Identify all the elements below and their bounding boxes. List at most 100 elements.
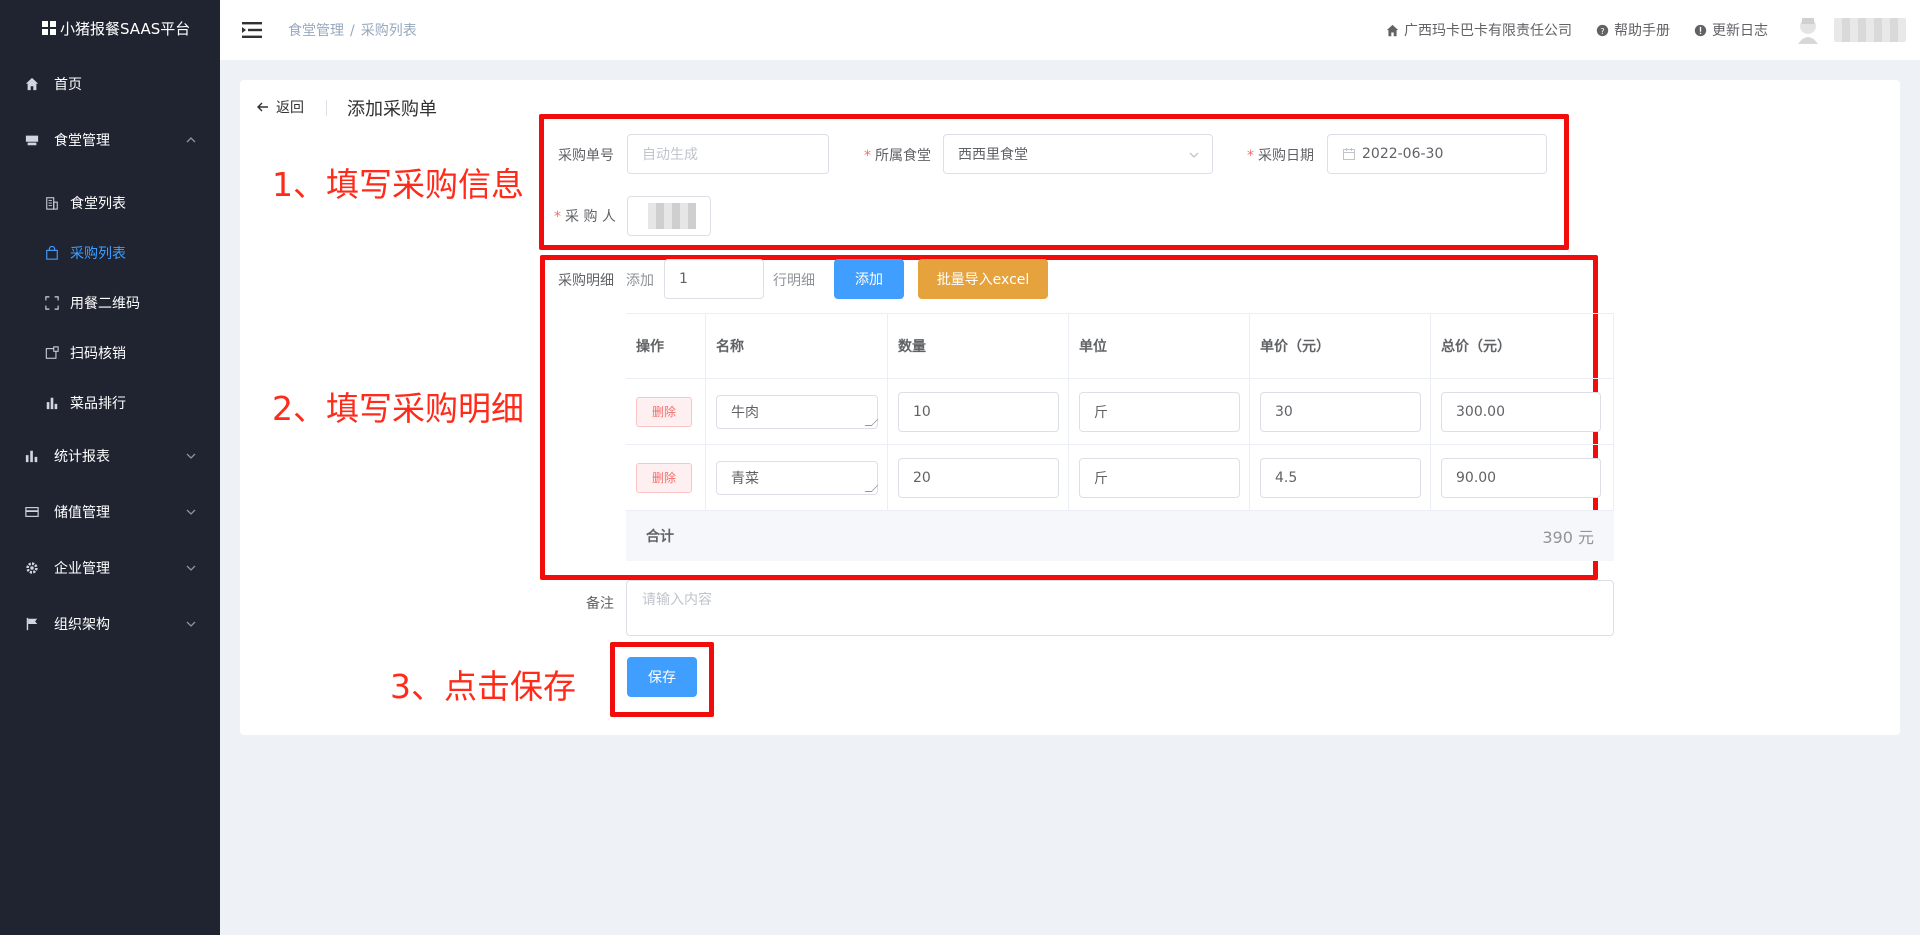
canteen-icon [24, 132, 40, 148]
home-icon [1386, 24, 1399, 36]
header-divider [326, 100, 327, 116]
company-name: 广西玛卡巴卡有限责任公司 [1404, 23, 1572, 39]
breadcrumb: 食堂管理 / 采购列表 [288, 20, 417, 40]
sidebar-item-label: 食堂管理 [54, 133, 110, 149]
sidebar-item-canteen-list[interactable]: 食堂列表 [0, 178, 220, 228]
sidebar-item-enterprise[interactable]: 企业管理 [0, 540, 220, 596]
qty-cell: 20 [888, 445, 1069, 510]
action-cell: 删除 [626, 379, 706, 444]
back-button[interactable]: 返回 [256, 97, 304, 117]
item-price-input[interactable]: 4.5 [1260, 457, 1421, 498]
canteen-label: * 所属食堂 [864, 148, 931, 164]
sidebar: 小猪报餐SAAS平台 首页 食堂管理 食堂列表 采购列表 用餐二维码 扫码核销 … [0, 0, 220, 935]
required-mark: * [864, 148, 871, 164]
table-summary-row: 合计 390 元 [626, 511, 1614, 561]
table-header-row: 操作 名称 数量 单位 单价（元） 总价（元） [626, 314, 1614, 379]
breadcrumb-item[interactable]: 食堂管理 [288, 23, 344, 39]
item-qty-input[interactable]: 10 [898, 391, 1059, 432]
sum-value: 390 元 [1542, 528, 1594, 547]
sidebar-item-scan-verify[interactable]: 扫码核销 [0, 328, 220, 378]
sidebar-item-purchase-list[interactable]: 采购列表 [0, 228, 220, 278]
sidebar-item-stored-value[interactable]: 储值管理 [0, 484, 220, 540]
canteen-select[interactable]: 西西里食堂 [943, 134, 1213, 174]
chevron-down-icon [186, 453, 196, 459]
import-excel-button[interactable]: 批量导入excel [918, 259, 1048, 299]
stats-icon [24, 448, 40, 464]
sidebar-item-label: 食堂列表 [70, 196, 126, 212]
sidebar-item-reports[interactable]: 统计报表 [0, 428, 220, 484]
order-no-input[interactable]: 自动生成 [627, 134, 829, 174]
column-header: 总价（元） [1431, 314, 1614, 378]
required-mark: * [1247, 148, 1254, 164]
sidebar-item-organization[interactable]: 组织架构 [0, 596, 220, 652]
item-total-input[interactable]: 300.00 [1441, 391, 1601, 432]
purchase-date-picker[interactable]: 2022-06-30 [1327, 134, 1547, 174]
delete-row-button[interactable]: 删除 [636, 462, 692, 493]
sidebar-item-label: 组织架构 [54, 617, 110, 633]
add-rows-count-input[interactable]: 1 [664, 259, 764, 299]
annotation-step2: 2、填写采购明细 [272, 389, 524, 428]
item-total-input[interactable]: 90.00 [1441, 457, 1601, 498]
item-price-input[interactable]: 30 [1260, 391, 1421, 432]
save-button[interactable]: 保存 [627, 657, 697, 697]
purchase-date-value: 2022-06-30 [1362, 146, 1444, 162]
add-rows-button[interactable]: 添加 [834, 259, 904, 299]
sidebar-item-canteen-management[interactable]: 食堂管理 [0, 112, 220, 168]
price-cell: 30 [1250, 379, 1431, 444]
chevron-up-icon [186, 137, 196, 143]
column-header: 数量 [888, 314, 1069, 378]
changelog-link[interactable]: 更新日志 [1694, 20, 1768, 40]
avatar[interactable] [1792, 14, 1824, 46]
chevron-down-icon [1189, 152, 1199, 158]
column-header: 操作 [626, 314, 706, 378]
gear-icon [24, 560, 40, 576]
help-icon: ? [1596, 24, 1609, 36]
column-header: 名称 [706, 314, 888, 378]
item-qty-input[interactable]: 20 [898, 457, 1059, 498]
buyer-name-blurred [648, 203, 696, 229]
company-link[interactable]: 广西玛卡巴卡有限责任公司 [1386, 20, 1572, 40]
sidebar-item-home[interactable]: 首页 [0, 56, 220, 112]
building-icon [44, 195, 60, 211]
price-cell: 4.5 [1250, 445, 1431, 510]
delete-row-button[interactable]: 删除 [636, 396, 692, 427]
help-link[interactable]: ? 帮助手册 [1596, 20, 1670, 40]
canteen-select-value: 西西里食堂 [958, 147, 1028, 163]
svg-text:?: ? [1600, 25, 1604, 35]
username-blurred[interactable] [1834, 18, 1906, 42]
date-label: * 采购日期 [1247, 148, 1314, 164]
item-unit-input[interactable]: 斤 [1079, 457, 1240, 498]
chevron-down-icon [186, 621, 196, 627]
column-header: 单位 [1069, 314, 1250, 378]
app-title: 小猪报餐SAAS平台 [60, 19, 191, 38]
calendar-icon [1343, 148, 1355, 160]
sidebar-item-dish-ranking[interactable]: 菜品排行 [0, 378, 220, 428]
annotation-step3: 3、点击保存 [390, 667, 576, 706]
home-icon [24, 76, 40, 92]
annotation-step1: 1、填写采购信息 [272, 165, 524, 204]
sidebar-item-label: 储值管理 [54, 505, 110, 521]
header-right: 广西玛卡巴卡有限责任公司 ? 帮助手册 更新日志 [1386, 0, 1906, 60]
app-logo[interactable]: 小猪报餐SAAS平台 [0, 0, 220, 56]
item-name-input[interactable]: 牛肉 [716, 394, 879, 429]
buyer-label: * 采 购 人 [554, 209, 616, 225]
info-icon [1694, 24, 1707, 36]
add-suffix-label: 行明细 [773, 273, 815, 289]
menu-toggle-icon[interactable] [242, 21, 264, 39]
name-cell: 牛肉 [706, 379, 888, 444]
detail-label: 采购明细 [558, 273, 614, 289]
item-name-input[interactable]: 青菜 [716, 460, 879, 495]
sidebar-item-meal-qrcode[interactable]: 用餐二维码 [0, 278, 220, 328]
help-label: 帮助手册 [1614, 23, 1670, 39]
purchase-detail-table: 操作 名称 数量 单位 单价（元） 总价（元） 删除 牛肉 10 斤 30 30… [626, 313, 1614, 561]
bar-chart-icon [44, 395, 60, 411]
remark-textarea[interactable]: 请输入内容 [626, 580, 1614, 636]
chevron-down-icon [186, 509, 196, 515]
top-header: 食堂管理 / 采购列表 广西玛卡巴卡有限责任公司 ? 帮助手册 更新日志 [220, 0, 1920, 60]
item-unit-input[interactable]: 斤 [1079, 391, 1240, 432]
sidebar-item-label: 采购列表 [70, 246, 126, 262]
buyer-selector[interactable] [627, 196, 711, 236]
required-mark: * [554, 209, 561, 225]
arrow-left-icon [257, 102, 268, 112]
logo-icon [42, 21, 56, 35]
